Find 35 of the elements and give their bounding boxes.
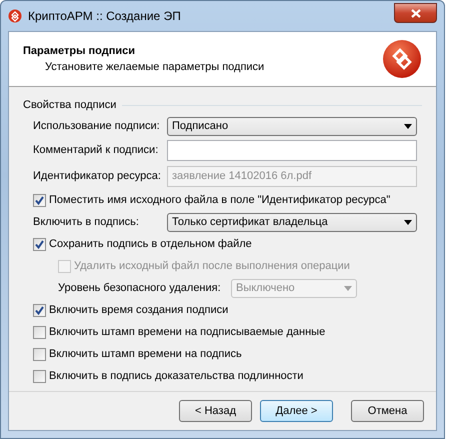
app-logo-icon <box>382 39 422 79</box>
checkbox[interactable] <box>33 194 46 206</box>
dropdown[interactable]: Только сертификат владельца <box>167 212 417 232</box>
wizard-button[interactable]: < Назад <box>179 400 252 422</box>
checkbox-label: Поместить имя исходного файла в поле "Идентификатор ресурса" <box>49 194 390 206</box>
field-label: Идентификатор ресурса: <box>33 170 162 182</box>
close-icon <box>410 8 420 18</box>
caret-icon <box>404 220 412 224</box>
page-title: Параметры подписи <box>23 45 136 57</box>
group-title: Свойства подписи <box>23 99 116 111</box>
field-label: Включить в подпись: <box>33 216 140 228</box>
dropdown[interactable]: Подписано <box>167 116 417 136</box>
field-label: Использование подписи: <box>33 120 161 132</box>
checkbox-label: Сохранить подпись в отдельном файле <box>49 238 252 250</box>
checkbox-label: Удалить исходный файл после выполнения операции <box>74 260 350 272</box>
input-field[interactable] <box>167 140 417 160</box>
field-label: Комментарий к подписи: <box>33 144 160 156</box>
close-button[interactable] <box>394 3 437 23</box>
wizard-button[interactable]: Отмена <box>351 400 424 422</box>
caret-icon <box>344 286 352 290</box>
checkbox-label: Включить время создания подписи <box>49 304 228 316</box>
checkbox[interactable] <box>33 370 46 382</box>
wizard-button[interactable]: Далее > <box>260 400 333 422</box>
caret-icon <box>404 124 412 128</box>
checkbox[interactable] <box>33 238 46 250</box>
field-label: Уровень безопасного удаления: <box>58 282 222 294</box>
checkbox[interactable] <box>33 326 46 338</box>
checkbox-label: Включить штамп времени на подписываемые данные <box>49 326 326 338</box>
app-logo-icon <box>8 9 22 23</box>
checkbox[interactable] <box>33 304 46 316</box>
checkbox[interactable] <box>33 348 46 360</box>
checkbox-label: Включить штамп времени на подпись <box>49 348 242 360</box>
window-title: КриптоАРМ :: Создание ЭП <box>28 9 181 23</box>
page-subtitle: Установите желаемые параметры подписи <box>44 61 266 73</box>
checkbox-label: Включить в подпись доказательства подлинности <box>49 370 304 382</box>
